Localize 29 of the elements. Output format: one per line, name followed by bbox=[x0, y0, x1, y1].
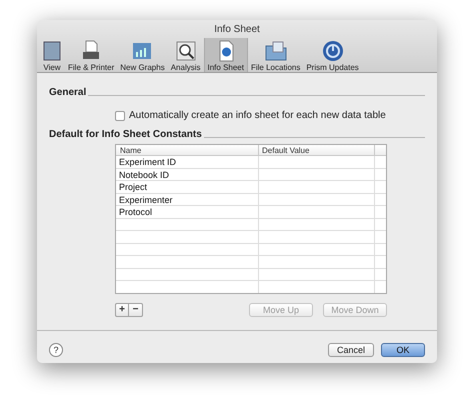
magnifier-icon bbox=[176, 40, 196, 62]
toolbar-tab[interactable]: View bbox=[39, 38, 65, 72]
table-cell: Experimenter bbox=[116, 194, 259, 205]
window-title: Info Sheet bbox=[214, 24, 260, 36]
checkbox-label: Automatically create an info sheet for each new data table bbox=[129, 109, 386, 123]
toolbar-tab[interactable]: Info Sheet bbox=[204, 38, 248, 72]
table-cell: Project bbox=[116, 181, 259, 192]
table-cell: Notebook ID bbox=[116, 168, 259, 180]
bar-chart-icon bbox=[132, 40, 152, 62]
toolbar-tab[interactable]: New Graphs bbox=[117, 38, 168, 72]
section-heading: General bbox=[49, 86, 86, 100]
toolbar-tab[interactable]: Prism Updates bbox=[303, 38, 362, 72]
checkbox[interactable] bbox=[115, 110, 125, 120]
help-button[interactable]: ? bbox=[49, 343, 63, 357]
add-button[interactable]: + bbox=[116, 304, 129, 316]
column-header[interactable]: Name bbox=[116, 145, 259, 155]
ok-button[interactable]: OK bbox=[381, 343, 425, 357]
printer-icon bbox=[81, 40, 102, 62]
folder-icon bbox=[264, 40, 287, 62]
table-cell: Protocol bbox=[116, 206, 259, 218]
toolbar-tab[interactable]: File Locations bbox=[248, 38, 304, 72]
toolbar-tab[interactable]: File & Printer bbox=[65, 38, 118, 72]
remove-button[interactable]: − bbox=[129, 304, 142, 316]
window-icon bbox=[42, 40, 62, 62]
table-cell: Experiment ID bbox=[116, 156, 259, 168]
cancel-button[interactable]: Cancel bbox=[328, 343, 374, 357]
toolbar-tab[interactable]: Analysis bbox=[168, 38, 204, 72]
section-heading: Default for Info Sheet Constants bbox=[49, 128, 202, 142]
column-header[interactable]: Default Value bbox=[259, 145, 375, 155]
